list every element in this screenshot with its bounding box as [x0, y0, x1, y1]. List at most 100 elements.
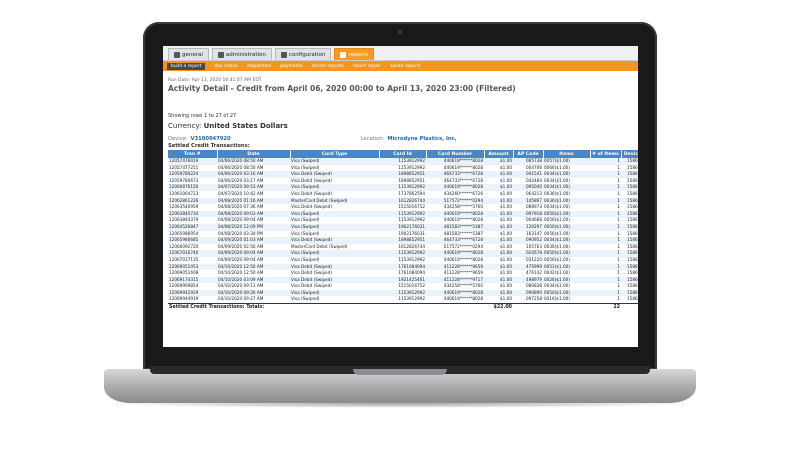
table-cell: 031220	[513, 256, 543, 264]
table-cell: 0034($1.00)	[543, 283, 590, 290]
location-link[interactable]: Microdyne Plastics, Inc.	[387, 136, 456, 142]
table-cell: 481583******5387	[426, 230, 484, 238]
table-cell: 1	[590, 250, 621, 257]
table-cell[interactable]: 12069174315	[168, 276, 217, 284]
subnav-build-report[interactable]: build a report	[167, 62, 206, 70]
tab-general[interactable]: general	[168, 48, 209, 60]
table-cell: 158636	[621, 223, 638, 231]
table-cell: 0042($1.00)	[543, 270, 590, 277]
table-cell[interactable]: 12060876150	[168, 184, 217, 191]
totals-spacer	[621, 303, 638, 312]
table-body: 12057476019 04/06/2020 08:50 AM Visa (Swip…	[168, 158, 638, 312]
table-cell[interactable]: 12069051053	[168, 263, 217, 271]
column-header[interactable]: Device	[621, 150, 638, 158]
table-cell: 0050($1.00)	[543, 289, 590, 297]
column-header[interactable]: # of Items	[590, 150, 622, 158]
table-cell: 105763	[513, 243, 543, 251]
table-row: 12062861226 04/08/2020 01:16 AM MasterCard…	[168, 197, 638, 205]
table-cell[interactable]: 12057476019	[168, 158, 217, 165]
table-row: 12063540959 04/08/2020 07:36 AM Visa Debit…	[168, 204, 638, 211]
device-link[interactable]: V3100047920	[191, 136, 231, 142]
subnav-report-repair[interactable]: report repair	[353, 64, 381, 69]
tab-label: general	[182, 51, 203, 58]
tab-label: administration	[225, 51, 266, 58]
table-cell: 041541	[513, 171, 543, 178]
table-cell: 04/09/2020 01:03 AM	[217, 237, 290, 244]
table-cell: $1.00	[484, 190, 513, 198]
camera-icon	[398, 30, 402, 34]
table-row: 12059780224 04/06/2020 03:16 AM Visa Debit…	[168, 171, 638, 178]
table-cell: 0034($1.00)	[543, 237, 590, 244]
table-cell: Visa Debit (Swiped)	[290, 177, 379, 185]
table-cell[interactable]: 12069909854	[168, 283, 217, 290]
table-cell: 1761084094	[379, 263, 426, 271]
table-cell: 0036($1.00)	[543, 190, 590, 198]
sub-nav: build a report day status dispatches pay…	[163, 61, 638, 71]
column-header[interactable]: Card Id	[379, 150, 427, 158]
table-cell: Visa Debit (Swiped)	[290, 283, 379, 290]
table-cell[interactable]: 12069942929	[168, 289, 217, 297]
table-cell: Visa (Swiped)	[290, 184, 379, 191]
table-cell: 04/10/2020 03:09 AM	[217, 276, 290, 284]
table-cell: 1	[590, 237, 621, 244]
column-header[interactable]: Card Type	[290, 150, 380, 158]
subnav-day-status[interactable]: day status	[214, 64, 238, 69]
table-cell[interactable]: 12063844379	[168, 217, 217, 224]
table-cell[interactable]: 12067017135	[168, 256, 217, 264]
table-cell[interactable]: 12065086954	[168, 230, 217, 238]
column-header[interactable]: Date	[217, 150, 291, 158]
table-cell[interactable]: 12069051608	[168, 270, 217, 277]
subnav-payments[interactable]: payments	[280, 64, 302, 69]
tab-administration[interactable]: administration	[211, 48, 272, 60]
table-cell[interactable]: 12067016740	[168, 250, 217, 257]
subnav-saved-reports[interactable]: saved reports	[390, 64, 421, 69]
table-cell[interactable]: 12063840734	[168, 210, 217, 218]
tab-label: reports	[348, 51, 369, 58]
table-cell: 04/06/2020 03:16 AM	[217, 171, 290, 178]
column-header[interactable]: Items	[543, 150, 591, 158]
table-cell: 158625	[621, 177, 638, 185]
table-cell[interactable]: 12059780224	[168, 171, 217, 178]
table-cell: 0034($1.00)	[543, 184, 590, 191]
column-header[interactable]: Tran #	[168, 150, 218, 158]
table-cell: $1.00	[484, 158, 513, 165]
table-cell: 434260******6726	[426, 190, 484, 198]
table-cell: 1	[590, 283, 621, 290]
table-cell[interactable]: 12061064723	[168, 190, 217, 198]
home-icon	[174, 51, 180, 58]
table-cell[interactable]: 12069944919	[168, 296, 217, 304]
table-cell[interactable]: 12057477251	[168, 164, 217, 172]
table-cell: 1	[590, 270, 621, 277]
table-row: 12059780673 04/06/2020 03:17 AM Visa Debit…	[168, 177, 638, 185]
column-header[interactable]: Amount	[484, 150, 514, 158]
table-cell: Visa Debit (Swiped)	[290, 263, 379, 271]
subnav-recent-reports[interactable]: recent reports	[312, 64, 344, 69]
column-header[interactable]: Card Number	[426, 150, 485, 158]
table-cell[interactable]: 12066092720	[168, 243, 217, 251]
table-cell[interactable]: 12065980685	[168, 237, 217, 244]
table-cell: 440619******8028	[426, 250, 484, 257]
subnav-dispatches[interactable]: dispatches	[247, 64, 271, 69]
tab-configuration[interactable]: configuration	[274, 48, 332, 60]
table-row: 12060876150 04/07/2020 09:53 AM Visa (Swip…	[168, 184, 638, 191]
table-cell[interactable]: 12059780673	[168, 177, 217, 185]
table-cell: 1515016752	[379, 204, 426, 211]
table-cell: Visa Debit (Swiped)	[290, 204, 379, 211]
table-cell[interactable]: 12062861226	[168, 197, 217, 205]
table-cell: 464733******6728	[426, 177, 484, 185]
table-cell: 1898852951	[379, 237, 426, 244]
table-cell: 158653	[621, 296, 638, 304]
table-cell: 440619******8028	[426, 289, 484, 297]
table-cell: Visa Debit (Swiped)	[290, 237, 379, 244]
table-cell: $1.00	[484, 263, 513, 271]
table-cell: 0051($1.00)	[543, 263, 590, 271]
table-cell: 04/06/2020 03:17 AM	[217, 177, 290, 185]
table-cell: 080836	[513, 283, 543, 290]
tab-reports[interactable]: reports	[334, 48, 375, 60]
column-header[interactable]: AP Code	[513, 150, 544, 158]
table-cell: 04/08/2020 09:04 AM	[217, 217, 290, 224]
table-cell[interactable]: 12064526847	[168, 223, 217, 231]
table-cell[interactable]: 12063540959	[168, 204, 217, 211]
table-cell: 04/10/2020 09:11 AM	[217, 283, 290, 290]
table-row: 12065086954 04/08/2020 03:34 PM Visa (Swip…	[168, 230, 638, 238]
